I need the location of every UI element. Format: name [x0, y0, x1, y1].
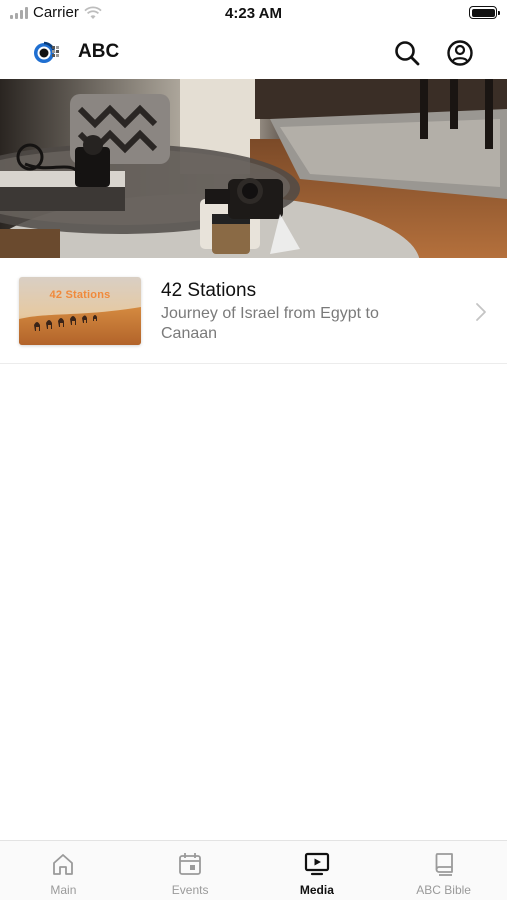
home-icon	[53, 854, 74, 875]
tab-main[interactable]: Main	[0, 841, 127, 900]
tab-abc-bible[interactable]: ABC Bible	[380, 841, 507, 900]
play-screen-icon	[304, 852, 329, 876]
logo	[34, 41, 59, 63]
item-title: 42 Stations	[161, 280, 257, 301]
thumbnail-image: 42 Stations	[19, 277, 141, 345]
chevron-right-icon	[476, 303, 486, 321]
search-icon[interactable]	[393, 39, 421, 67]
list-item[interactable]: 42 Stations 42 Stations Journey of Israe…	[0, 258, 507, 364]
calendar-icon	[179, 853, 202, 875]
hero-photo	[0, 79, 507, 258]
tab-events[interactable]: Events	[127, 841, 254, 900]
app-title: ABC	[78, 41, 120, 62]
tab-abc-bible-label: ABC Bible	[416, 883, 471, 897]
account-icon[interactable]	[446, 39, 474, 67]
tab-media-label: Media	[299, 883, 334, 897]
app-header: ABC	[0, 28, 507, 78]
tab-bar: Main Events Media ABC Bible	[0, 840, 507, 900]
media-screen: Carrier 4:23 AM ABC 42 Stations 42 Stati…	[0, 0, 507, 900]
status-time: 4:23 AM	[225, 5, 282, 22]
status-bar: Carrier 4:23 AM	[0, 0, 507, 28]
hero-banner-image	[0, 79, 507, 258]
tab-media[interactable]: Media	[254, 841, 381, 900]
tab-events-label: Events	[171, 883, 209, 897]
tab-main-label: Main	[50, 883, 77, 897]
battery-icon	[469, 6, 500, 19]
book-icon	[435, 853, 453, 876]
desert-caravan-image	[19, 277, 141, 345]
item-subtitle: Journey of Israel from Egypt to Canaan	[161, 305, 379, 342]
thumbnail-title: 42 Stations	[49, 289, 111, 301]
